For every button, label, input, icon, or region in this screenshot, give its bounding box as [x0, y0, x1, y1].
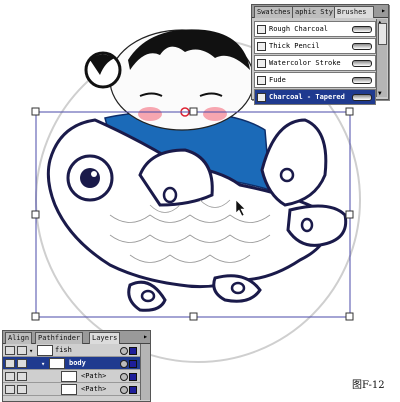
- brush-item[interactable]: Rough Charcoal: [254, 21, 376, 37]
- brush-stroke-preview-icon: [352, 43, 372, 50]
- layer-thumbnail: [61, 371, 77, 382]
- layer-name: <Path>: [81, 372, 107, 380]
- brush-stroke-preview-icon: [352, 94, 372, 101]
- selection-square-icon[interactable]: [129, 373, 137, 381]
- layer-row-selected[interactable]: ▾ body: [3, 357, 140, 370]
- lock-toggle-icon[interactable]: [17, 372, 27, 381]
- child-head: [84, 29, 255, 131]
- scroll-down-icon[interactable]: ▼: [378, 90, 382, 97]
- tab-graphic-styles[interactable]: aphic Sty: [292, 6, 336, 18]
- panel-menu-icon[interactable]: ▸: [381, 6, 386, 15]
- layer-thumbnail: [49, 358, 65, 369]
- brush-item-selected[interactable]: Charcoal - Tapered: [254, 89, 376, 105]
- visibility-eye-icon[interactable]: [5, 359, 15, 368]
- brushes-panel-tabs: Swatches aphic Sty Brushes ▸: [252, 5, 388, 18]
- brush-type-icon: [257, 42, 266, 51]
- layer-name: <Path>: [81, 385, 107, 393]
- visibility-eye-icon[interactable]: [5, 346, 15, 355]
- brush-stroke-preview-icon: [352, 77, 372, 84]
- scrollbar-thumb[interactable]: [378, 23, 387, 45]
- tab-pathfinder[interactable]: Pathfinder: [35, 332, 84, 344]
- target-circle-icon[interactable]: [120, 386, 128, 394]
- brush-type-icon: [257, 93, 266, 102]
- brush-stroke-preview-icon: [352, 60, 372, 67]
- brush-list-scrollbar[interactable]: ▲ ▼: [376, 19, 387, 97]
- selection-square-icon[interactable]: [129, 347, 137, 355]
- brush-type-icon: [257, 25, 266, 34]
- brush-item-label: Fude: [269, 76, 286, 84]
- layer-row[interactable]: ▾ fish: [3, 344, 140, 357]
- figure-caption: 图F-12: [352, 380, 385, 391]
- selection-square-icon[interactable]: [129, 360, 137, 368]
- brush-list: Rough Charcoal Thick Pencil Watercolor S…: [254, 21, 376, 106]
- layers-panel-tabs: Align Pathfinder Layers ▸: [3, 331, 150, 344]
- brush-item-label: Thick Pencil: [269, 42, 320, 50]
- lock-toggle-icon[interactable]: [17, 346, 27, 355]
- brush-item-label: Rough Charcoal: [269, 25, 329, 33]
- lock-toggle-icon[interactable]: [17, 385, 27, 394]
- visibility-eye-icon[interactable]: [5, 372, 15, 381]
- layer-name: body: [69, 359, 86, 367]
- brushes-panel: Swatches aphic Sty Brushes ▸ Rough Charc…: [251, 4, 389, 105]
- tab-align[interactable]: Align: [5, 332, 33, 344]
- layer-name: fish: [55, 346, 72, 354]
- layer-row[interactable]: <Path>: [3, 370, 140, 383]
- brush-item-label: Charcoal - Tapered: [269, 93, 345, 101]
- layer-thumbnail: [37, 345, 53, 356]
- expand-triangle-icon[interactable]: ▾: [29, 345, 33, 357]
- brush-item-label: Watercolor Stroke: [269, 59, 341, 67]
- tab-brushes[interactable]: Brushes: [334, 6, 374, 18]
- expand-triangle-icon[interactable]: ▾: [41, 358, 45, 370]
- tab-swatches[interactable]: Swatches: [254, 6, 294, 18]
- layers-scrollbar[interactable]: [140, 344, 150, 400]
- brush-stroke-preview-icon: [352, 26, 372, 33]
- brush-item[interactable]: Thick Pencil: [254, 38, 376, 54]
- layers-panel: Align Pathfinder Layers ▸ ▾ fish ▾ body …: [2, 330, 151, 402]
- target-circle-icon[interactable]: [120, 373, 128, 381]
- layer-row[interactable]: <Path>: [3, 383, 140, 396]
- brush-type-icon: [257, 59, 266, 68]
- brush-type-icon: [257, 76, 266, 85]
- tab-layers[interactable]: Layers: [89, 332, 121, 344]
- visibility-eye-icon[interactable]: [5, 385, 15, 394]
- panel-menu-icon[interactable]: ▸: [143, 332, 148, 341]
- target-circle-icon[interactable]: [120, 347, 128, 355]
- selection-square-icon[interactable]: [129, 386, 137, 394]
- target-circle-icon[interactable]: [120, 360, 128, 368]
- lock-toggle-icon[interactable]: [17, 359, 27, 368]
- brush-item[interactable]: Watercolor Stroke: [254, 55, 376, 71]
- layer-thumbnail: [61, 384, 77, 395]
- brush-item[interactable]: Fude: [254, 72, 376, 88]
